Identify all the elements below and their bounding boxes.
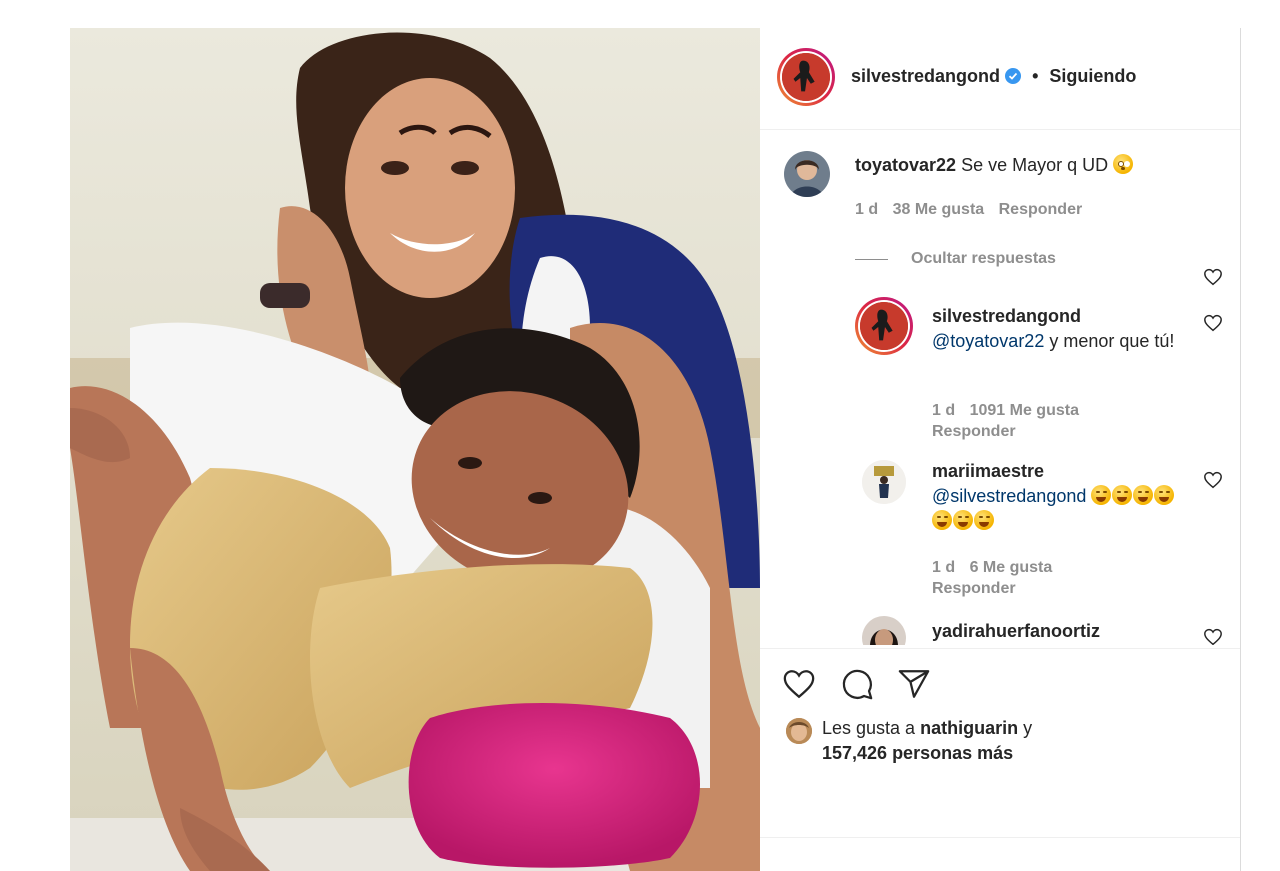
comment-bubble-icon[interactable]: [840, 667, 874, 701]
laughing-emoji-icon: [932, 510, 952, 530]
couple-photo-image: [70, 28, 760, 871]
reply-avatar[interactable]: [862, 616, 906, 645]
reply-text: yadirahuerfanoortiz: [932, 619, 1194, 644]
hide-replies-label: Ocultar respuestas: [911, 250, 1056, 267]
reply-button[interactable]: Responder: [932, 580, 1016, 597]
author-avatar[interactable]: [777, 48, 835, 106]
reply-username[interactable]: mariimaestre: [932, 459, 1194, 484]
reply-meta: 1 d 6 Me gusta Responder: [932, 557, 1152, 599]
post-header: silvestredangond • Siguiendo: [760, 28, 1241, 130]
comment-meta: 1 d 38 Me gusta Responder: [855, 199, 1092, 220]
reply-time[interactable]: 1 d: [932, 402, 955, 419]
reply-username[interactable]: yadirahuerfanoortiz: [932, 619, 1194, 644]
reply-time[interactable]: 1 d: [932, 559, 955, 576]
following-button[interactable]: Siguiendo: [1049, 66, 1136, 86]
comment-likes[interactable]: 38 Me gusta: [893, 201, 985, 218]
reply-username[interactable]: silvestredangond: [932, 304, 1194, 329]
reply-meta: 1 d 1091 Me gusta Responder: [932, 400, 1152, 442]
laughing-emoji-icon: [953, 510, 973, 530]
reply-avatar-image: [862, 460, 906, 504]
heart-icon[interactable]: [782, 667, 816, 701]
comment-time[interactable]: 1 d: [855, 201, 878, 218]
post-actions: Les gusta a nathiguarin y 157,426 person…: [760, 648, 1241, 838]
comment-username[interactable]: toyatovar22: [855, 155, 956, 175]
likes-conjunction: y: [1023, 718, 1033, 738]
reply-likes[interactable]: 1091 Me gusta: [970, 402, 1079, 419]
author-avatar-image: [782, 53, 830, 101]
reply-button[interactable]: Responder: [932, 423, 1016, 440]
laughing-emoji-icon: [1133, 485, 1154, 505]
reply-likes[interactable]: 6 Me gusta: [970, 559, 1053, 576]
reply-text: mariimaestre @silvestredangond: [932, 459, 1194, 534]
author-username[interactable]: silvestredangond: [851, 66, 1000, 86]
reply-mention[interactable]: @toyatovar22: [932, 331, 1044, 351]
comment-like-heart-icon[interactable]: [1203, 268, 1223, 286]
author-header-line: silvestredangond • Siguiendo: [851, 66, 1136, 87]
laughing-emoji-icon: [1154, 485, 1175, 505]
likes-count[interactable]: 157,426 personas más: [822, 741, 1013, 766]
comments-list[interactable]: toyatovar22 Se ve Mayor q UD 1 d 38 Me g…: [760, 131, 1241, 645]
flushed-face-emoji-icon: [1113, 154, 1134, 174]
comment-text: toyatovar22 Se ve Mayor q UD: [855, 153, 1195, 178]
reply-mention[interactable]: @silvestredangond: [932, 486, 1086, 506]
reply-avatar[interactable]: [862, 460, 906, 504]
hide-replies-button[interactable]: Ocultar respuestas: [855, 249, 1056, 269]
likes-prefix: Les gusta a: [822, 718, 916, 738]
laughing-emoji-icon: [1112, 485, 1133, 505]
reply-button[interactable]: Responder: [999, 201, 1083, 218]
comment-body: Se ve Mayor q UD: [961, 155, 1109, 175]
laughing-emoji-icon: [1091, 485, 1112, 505]
commenter-avatar[interactable]: [784, 151, 830, 197]
paper-plane-icon[interactable]: [897, 667, 931, 701]
reply-like-heart-icon[interactable]: [1203, 314, 1223, 332]
liker-avatar[interactable]: [786, 718, 812, 744]
reply-like-heart-icon[interactable]: [1203, 471, 1223, 489]
likes-line: Les gusta a nathiguarin y: [822, 716, 1032, 741]
replies-divider-line: [855, 258, 888, 260]
reply-avatar-image: [860, 302, 908, 350]
reply-text: silvestredangond @toyatovar22 y menor qu…: [932, 304, 1194, 354]
reply-avatar[interactable]: [855, 297, 913, 355]
follow-separator: •: [1032, 66, 1039, 86]
laughing-emoji-icon: [974, 510, 994, 530]
liker-username[interactable]: nathiguarin: [920, 718, 1018, 738]
panel-border: [1240, 28, 1241, 871]
post-photo[interactable]: [70, 28, 760, 871]
reply-avatar-image: [862, 616, 906, 645]
reply-body: y menor que tú!: [1049, 331, 1175, 351]
verified-badge-icon: [1005, 68, 1022, 84]
reply-like-heart-icon[interactable]: [1203, 628, 1223, 645]
post-side-panel: silvestredangond • Siguiendo toyatovar22…: [760, 28, 1241, 871]
